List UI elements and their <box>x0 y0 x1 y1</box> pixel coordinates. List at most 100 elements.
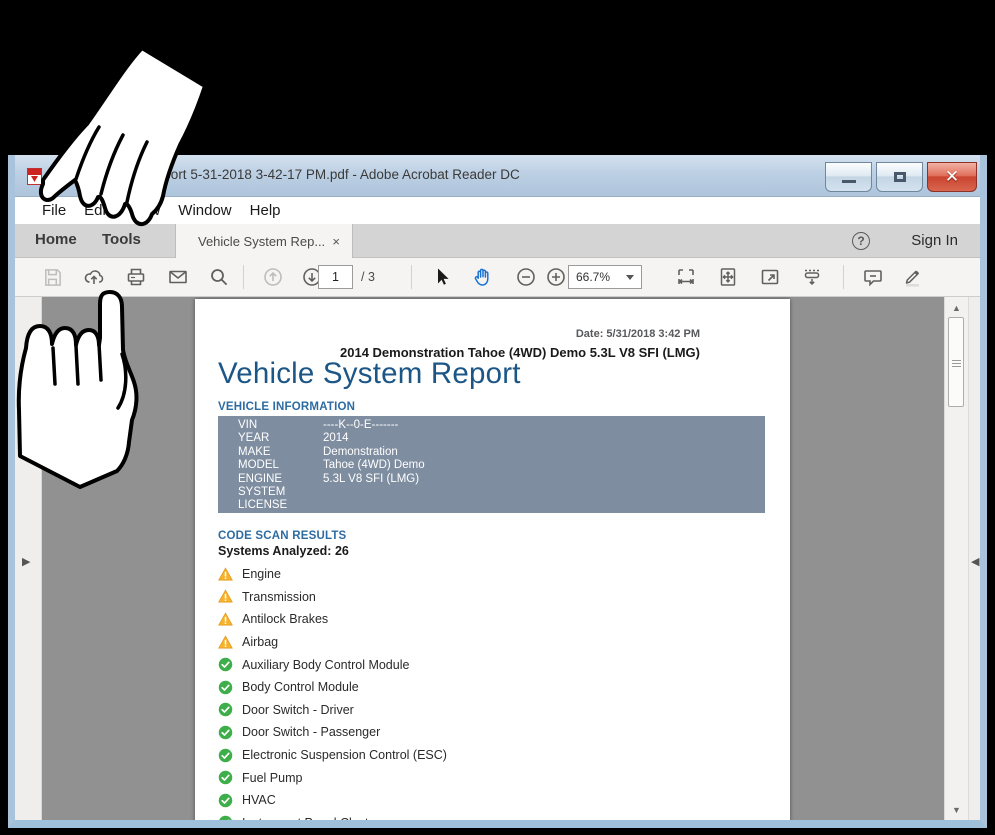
list-item: Transmission <box>218 586 638 609</box>
email-button[interactable] <box>161 263 195 291</box>
list-item: Body Control Module <box>218 676 638 699</box>
scan-results-list: Engine Transmission Antilock Brakes Airb… <box>218 563 638 820</box>
vertical-scrollbar[interactable]: ▲ ▼ <box>944 297 968 820</box>
scroll-up-icon[interactable]: ▲ <box>945 303 968 313</box>
highlight-button[interactable] <box>896 263 930 291</box>
info-label: MAKE <box>238 446 323 459</box>
menu-file[interactable]: File <box>33 200 75 221</box>
code-scan-heading: CODE SCAN RESULTS <box>218 530 346 542</box>
pdf-file-icon <box>27 168 42 185</box>
report-date: Date: 5/31/2018 3:42 PM <box>195 328 700 340</box>
list-item: Instrument Panel Cluster <box>218 812 638 820</box>
check-icon <box>218 680 233 695</box>
print-icon <box>125 266 147 288</box>
list-item-label: Antilock Brakes <box>242 612 328 626</box>
check-icon <box>218 793 233 808</box>
systems-analyzed: Systems Analyzed: 26 <box>218 544 349 558</box>
fit-width-button[interactable] <box>669 263 703 291</box>
warning-icon <box>218 635 233 650</box>
info-value: Tahoe (4WD) Demo <box>323 459 425 472</box>
warning-icon <box>218 589 233 604</box>
main-toolbar: / 3 66.7% <box>15 258 980 297</box>
close-button[interactable]: ✕ <box>927 162 977 192</box>
title-bar[interactable]: Vehicle System Report 5-31-2018 3-42-17 … <box>15 155 980 197</box>
comment-button[interactable] <box>856 263 890 291</box>
minus-circle-icon <box>515 266 537 288</box>
expand-nav-pane-icon[interactable]: ▶ <box>22 555 30 568</box>
list-item: Auxiliary Body Control Module <box>218 653 638 676</box>
info-row: VIN----K--0-E------- <box>238 419 765 432</box>
share-button[interactable] <box>77 263 111 291</box>
hand-tool-button[interactable] <box>466 263 500 291</box>
pointer-icon <box>430 266 452 288</box>
previous-page-button[interactable] <box>256 263 290 291</box>
minimize-button[interactable] <box>825 162 872 192</box>
info-label: SYSTEM <box>238 486 323 499</box>
list-item: Fuel Pump <box>218 766 638 789</box>
help-icon[interactable]: ? <box>852 232 870 250</box>
tab-home[interactable]: Home <box>35 231 77 248</box>
list-item: Antilock Brakes <box>218 608 638 631</box>
check-icon <box>218 702 233 717</box>
acrobat-window: Vehicle System Report 5-31-2018 3-42-17 … <box>8 155 987 828</box>
select-tool-button[interactable] <box>424 263 458 291</box>
info-row: ENGINE5.3L V8 SFI (LMG) <box>238 473 765 486</box>
info-row: SYSTEM <box>238 486 765 499</box>
pdf-page: Date: 5/31/2018 3:42 PM 2014 Demonstrati… <box>195 299 790 820</box>
check-icon <box>218 770 233 785</box>
menu-help[interactable]: Help <box>241 200 290 221</box>
window-title: Vehicle System Report 5-31-2018 3-42-17 … <box>50 167 520 182</box>
scrollbar-thumb[interactable] <box>948 317 964 407</box>
scroll-mode-icon <box>801 266 823 288</box>
toolbar-separator <box>411 265 412 289</box>
list-item-label: Engine <box>242 567 281 581</box>
fit-page-icon <box>717 266 739 288</box>
menu-window[interactable]: Window <box>169 200 240 221</box>
comment-bubble-icon <box>862 266 884 288</box>
print-button[interactable] <box>119 263 153 291</box>
vehicle-info-heading: VEHICLE INFORMATION <box>218 401 355 413</box>
fit-width-icon <box>675 266 697 288</box>
list-item-label: Body Control Module <box>242 680 359 694</box>
chevron-down-icon <box>626 275 634 280</box>
list-item-label: Airbag <box>242 635 278 649</box>
menu-view[interactable]: View <box>119 200 169 221</box>
info-row: MODELTahoe (4WD) Demo <box>238 459 765 472</box>
tab-document[interactable]: Vehicle System Rep... × <box>175 224 353 258</box>
sign-in-button[interactable]: Sign In <box>911 232 958 249</box>
scroll-mode-button[interactable] <box>795 263 829 291</box>
thumb-grip <box>952 360 961 361</box>
list-item: Door Switch - Passenger <box>218 721 638 744</box>
zoom-out-button[interactable] <box>509 263 543 291</box>
toolbar-separator <box>843 265 844 289</box>
tools-pane-strip: ◀ <box>968 297 980 820</box>
screenshot-stage: Vehicle System Report 5-31-2018 3-42-17 … <box>0 0 995 835</box>
document-canvas: Date: 5/31/2018 3:42 PM 2014 Demonstrati… <box>42 297 944 820</box>
fit-page-button[interactable] <box>711 263 745 291</box>
zoom-level-dropdown[interactable]: 66.7% <box>568 265 642 289</box>
report-title: Vehicle System Report <box>218 357 521 391</box>
plus-circle-icon <box>545 266 567 288</box>
info-label: VIN <box>238 419 323 432</box>
list-item: Engine <box>218 563 638 586</box>
menu-bar: File Edit View Window Help <box>15 197 980 224</box>
page-number-input[interactable] <box>321 270 351 284</box>
fullscreen-button[interactable] <box>753 263 787 291</box>
list-item-label: Door Switch - Driver <box>242 703 354 717</box>
maximize-button[interactable] <box>876 162 923 192</box>
scroll-down-icon[interactable]: ▼ <box>945 805 968 815</box>
info-label: LICENSE <box>238 499 323 512</box>
tab-tools[interactable]: Tools <box>102 231 141 248</box>
page-up-icon <box>262 266 284 288</box>
find-button[interactable] <box>202 263 236 291</box>
list-item-label: Fuel Pump <box>242 771 302 785</box>
menu-edit[interactable]: Edit <box>75 200 119 221</box>
info-value: 5.3L V8 SFI (LMG) <box>323 473 419 486</box>
list-item: Airbag <box>218 631 638 654</box>
toolbar-separator <box>243 265 244 289</box>
expand-tools-pane-icon[interactable]: ◀ <box>971 555 979 568</box>
check-icon <box>218 657 233 672</box>
save-button[interactable] <box>35 263 69 291</box>
tab-close-icon[interactable]: × <box>332 234 340 249</box>
info-label: ENGINE <box>238 473 323 486</box>
